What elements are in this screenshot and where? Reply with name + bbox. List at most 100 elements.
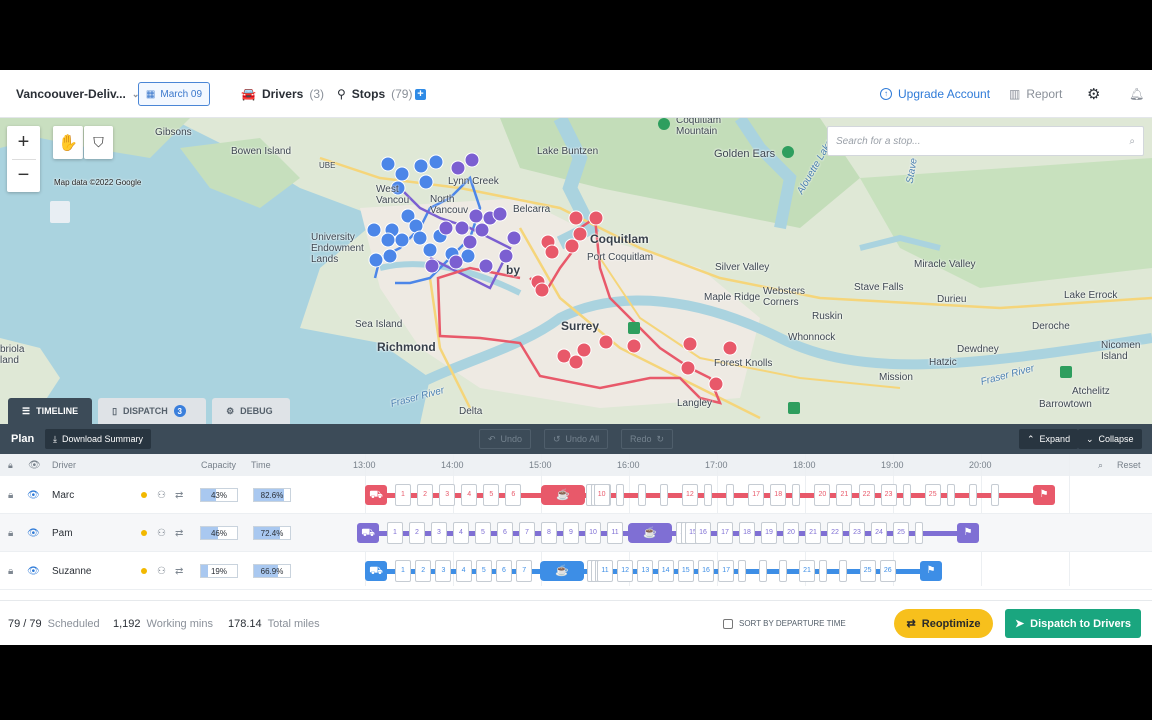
download-summary-button[interactable]: ⤓ Download Summary bbox=[45, 429, 152, 449]
eye-icon[interactable]: 👁︎ bbox=[27, 514, 40, 552]
stop-block[interactable]: 13 bbox=[637, 560, 654, 582]
stop-block[interactable]: 8 bbox=[541, 522, 557, 544]
stop-block[interactable]: 6 bbox=[497, 522, 513, 544]
stop-block[interactable]: 19 bbox=[761, 522, 777, 544]
stop-block[interactable] bbox=[915, 522, 923, 544]
stop-block[interactable]: 5 bbox=[475, 522, 491, 544]
stop-block[interactable]: 11 bbox=[607, 522, 623, 544]
stop-block[interactable]: 16 bbox=[695, 522, 711, 544]
stop-block[interactable]: 15 bbox=[677, 560, 694, 582]
stop-search-input[interactable]: Search for a stop... ⌕ bbox=[827, 126, 1144, 156]
stop-block[interactable]: 18 bbox=[770, 484, 787, 506]
bell-icon[interactable]: 🔔︎ bbox=[1129, 70, 1144, 118]
eye-icon[interactable]: 👁︎ bbox=[27, 552, 40, 590]
stop-block[interactable]: 10 bbox=[593, 484, 610, 506]
collapse-button[interactable]: ⌄ Collapse bbox=[1078, 429, 1142, 449]
zoom-out-button[interactable]: − bbox=[18, 159, 30, 192]
stops-button[interactable]: ⚲ Stops (79) bbox=[337, 70, 412, 118]
stop-block[interactable]: 4 bbox=[453, 522, 469, 544]
stop-block[interactable]: 16 bbox=[698, 560, 714, 582]
tab-timeline[interactable]: ☰ TIMELINE bbox=[8, 398, 93, 424]
stop-block[interactable]: 22 bbox=[858, 484, 875, 506]
stop-block[interactable]: 7 bbox=[516, 560, 533, 582]
stop-block[interactable]: 17 bbox=[718, 560, 735, 582]
add-stop-button[interactable]: + bbox=[415, 70, 426, 118]
stop-block[interactable]: 5 bbox=[483, 484, 500, 506]
stop-block[interactable]: 11 bbox=[597, 560, 613, 582]
stop-block[interactable]: 26 bbox=[879, 560, 896, 582]
break-coffee-icon[interactable]: ☕ bbox=[628, 523, 672, 543]
undo-all-button[interactable]: ↺ Undo All bbox=[544, 429, 609, 449]
stop-block[interactable]: 21 bbox=[805, 522, 821, 544]
depot-end-flag-icon[interactable]: ⚑ bbox=[957, 523, 979, 543]
stop-block[interactable]: 7 bbox=[519, 522, 535, 544]
person-icon[interactable]: ⚇ bbox=[157, 514, 166, 552]
depot-start-car-icon[interactable]: ⛟ bbox=[357, 523, 379, 543]
sort-by-departure-checkbox[interactable]: SORT BY DEPARTURE TIME bbox=[723, 601, 846, 645]
redo-button[interactable]: Redo ↻ bbox=[621, 429, 674, 449]
dispatch-to-drivers-button[interactable]: ➤ Dispatch to Drivers bbox=[1005, 609, 1141, 638]
stop-block[interactable] bbox=[990, 484, 999, 506]
stop-block[interactable]: 12 bbox=[681, 484, 698, 506]
zoom-timeline-icon[interactable]: ⌕ bbox=[1098, 460, 1103, 471]
stop-block[interactable]: 1 bbox=[387, 522, 403, 544]
stop-block[interactable] bbox=[726, 484, 735, 506]
stop-block[interactable] bbox=[946, 484, 955, 506]
stop-block[interactable] bbox=[839, 560, 848, 582]
date-picker-button[interactable]: ▦ March 09 bbox=[138, 82, 210, 106]
depot-end-flag-icon[interactable]: ⚑ bbox=[1033, 485, 1055, 505]
plan-selector[interactable]: Vancoouver-Deliv... ⌄ bbox=[16, 70, 139, 118]
lock-all-icon[interactable]: 🔒︎ bbox=[8, 460, 13, 471]
undo-button[interactable]: ↶ Undo bbox=[479, 429, 532, 449]
driver-row[interactable]: 🔒︎ 👁︎ Marc ⚇ ⇄ 43% 82.6% ⛟☕1234567891012… bbox=[0, 476, 1152, 514]
stop-block[interactable]: 21 bbox=[799, 560, 815, 582]
stop-block[interactable]: 22 bbox=[827, 522, 843, 544]
stop-block[interactable]: 6 bbox=[496, 560, 512, 582]
stop-block[interactable] bbox=[819, 560, 828, 582]
stop-block[interactable]: 18 bbox=[739, 522, 755, 544]
swap-icon[interactable]: ⇄ bbox=[175, 476, 183, 514]
tab-dispatch[interactable]: ▯ DISPATCH 3 bbox=[98, 398, 207, 424]
swap-icon[interactable]: ⇄ bbox=[175, 514, 183, 552]
stop-block[interactable]: 12 bbox=[617, 560, 634, 582]
stop-block[interactable] bbox=[615, 484, 624, 506]
lock-icon[interactable]: 🔒︎ bbox=[8, 552, 13, 590]
stop-block[interactable]: 10 bbox=[585, 522, 601, 544]
map-type-toggle[interactable] bbox=[50, 201, 70, 223]
stop-block[interactable] bbox=[968, 484, 977, 506]
pan-hand-icon[interactable]: ✋ bbox=[53, 126, 83, 159]
stop-block[interactable]: 25 bbox=[924, 484, 941, 506]
lasso-select-icon[interactable]: ⛉ bbox=[84, 126, 113, 159]
break-coffee-icon[interactable]: ☕ bbox=[541, 485, 585, 505]
stop-block[interactable]: 4 bbox=[455, 560, 472, 582]
stop-block[interactable]: 17 bbox=[748, 484, 765, 506]
eye-all-icon[interactable]: 👁︎ bbox=[28, 460, 41, 471]
stop-block[interactable]: 23 bbox=[880, 484, 897, 506]
stop-block[interactable] bbox=[637, 484, 646, 506]
stop-block[interactable]: 25 bbox=[859, 560, 876, 582]
stop-block[interactable]: 5 bbox=[475, 560, 492, 582]
stop-block[interactable]: 2 bbox=[415, 560, 432, 582]
stop-block[interactable]: 1 bbox=[395, 484, 411, 506]
stop-block[interactable]: 20 bbox=[783, 522, 799, 544]
person-icon[interactable]: ⚇ bbox=[157, 552, 166, 590]
stop-block[interactable]: 17 bbox=[717, 522, 733, 544]
lock-icon[interactable]: 🔒︎ bbox=[8, 476, 13, 514]
stop-block[interactable]: 6 bbox=[505, 484, 522, 506]
route-map[interactable]: Gibsons Bowen Island Coquitlam Mountain … bbox=[0, 118, 1152, 424]
stop-block[interactable] bbox=[902, 484, 911, 506]
stop-block[interactable]: 9 bbox=[563, 522, 579, 544]
stop-block[interactable]: 25 bbox=[893, 522, 909, 544]
stop-block[interactable] bbox=[792, 484, 801, 506]
person-icon[interactable]: ⚇ bbox=[157, 476, 166, 514]
depot-end-flag-icon[interactable]: ⚑ bbox=[920, 561, 942, 581]
stop-block[interactable]: 3 bbox=[431, 522, 447, 544]
reoptimize-button[interactable]: ⇄ Reoptimize bbox=[894, 609, 993, 638]
depot-start-car-icon[interactable]: ⛟ bbox=[365, 485, 387, 505]
stop-block[interactable] bbox=[778, 560, 787, 582]
stop-block[interactable] bbox=[659, 484, 668, 506]
swap-icon[interactable]: ⇄ bbox=[175, 552, 183, 590]
stop-block[interactable] bbox=[738, 560, 747, 582]
driver-row[interactable]: 🔒︎ 👁︎ Suzanne ⚇ ⇄ 19% 66.9% ⛟☕1234567891… bbox=[0, 552, 1152, 590]
upgrade-account-link[interactable]: ↑ Upgrade Account bbox=[880, 70, 990, 118]
